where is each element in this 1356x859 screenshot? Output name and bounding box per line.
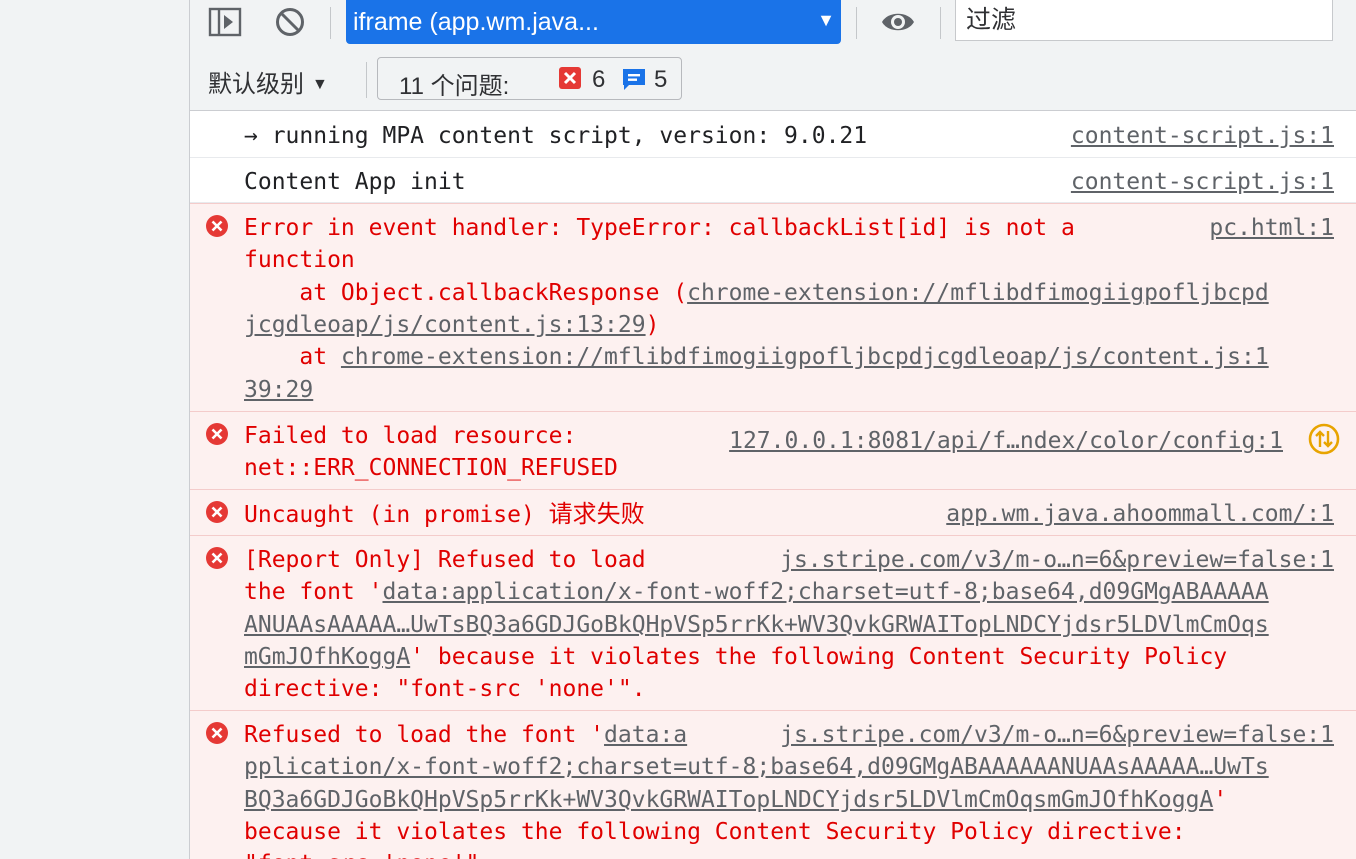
error-icon (206, 215, 228, 237)
source-link[interactable]: content-script.js:1 (1071, 120, 1334, 152)
toolbar-divider (366, 62, 367, 98)
stack-frame: at Object.callbackResponse (chrome-exten… (244, 280, 1269, 306)
message-text: pplication/x-font-woff2;charset=utf-8;ba… (244, 751, 1269, 783)
javascript-context-select[interactable]: iframe (app.wm.java... ▼ (346, 0, 841, 44)
source-link[interactable]: app.wm.java.ahoommall.com/:1 (946, 498, 1334, 530)
stack-frame: jcgdleoap/js/content.js:13:29) (244, 312, 660, 338)
error-icon (206, 547, 228, 569)
network-request-icon[interactable] (1308, 423, 1340, 455)
error-icon (206, 722, 228, 744)
issues-counter-button[interactable]: 11 个问题: 6 5 (377, 57, 682, 100)
toolbar-divider (940, 7, 941, 39)
source-link[interactable]: 127.0.0.1:8081/api/f…ndex/color/config:1 (729, 425, 1283, 457)
console-toolbar-secondary: 默认级别 ▼ 11 个问题: 6 5 (190, 50, 1356, 111)
chevron-down-icon: ▼ (817, 10, 835, 30)
source-link[interactable]: content-script.js:1 (1071, 166, 1334, 198)
message-text: Error in event handler: TypeError: callb… (244, 215, 1075, 241)
message-text: BQ3a6GDJGoBkQHpVSp5rrKk+WV3QvkGRWAITopLN… (244, 787, 1228, 813)
data-url-link[interactable]: ANUAAsAAAAA…UwTsBQ3a6GDJGoBkQHpVSp5rrKk+… (244, 612, 1269, 638)
filter-input[interactable] (955, 0, 1333, 41)
console-message-error: Refused to load the font 'data:a pplicat… (190, 710, 1356, 859)
message-text: "font-src 'none'". (244, 848, 493, 859)
stack-link[interactable]: chrome-extension://mflibdfimogiigpofljbc… (341, 344, 1269, 370)
toolbar-divider (330, 7, 331, 39)
stack-link[interactable]: 39:29 (244, 377, 313, 403)
message-text: Uncaught (in promise) 请求失败 (244, 500, 645, 528)
issues-info-count: 5 (654, 66, 668, 93)
context-select-value: iframe (app.wm.java... (353, 8, 599, 36)
data-url-link[interactable]: BQ3a6GDJGoBkQHpVSp5rrKk+WV3QvkGRWAITopLN… (244, 787, 1213, 813)
message-text: Failed to load resource: (244, 423, 577, 449)
source-link[interactable]: js.stripe.com/v3/m-o…n=6&preview=false:1 (780, 719, 1334, 751)
data-url-link[interactable]: pplication/x-font-woff2;charset=utf-8;ba… (244, 754, 1269, 780)
message-text: function (244, 247, 355, 273)
console-message-error: [Report Only] Refused to load the font '… (190, 535, 1356, 710)
error-badge-icon (559, 67, 581, 89)
message-text: → running MPA content script, version: 9… (244, 123, 868, 149)
log-level-label: 默认级别 (208, 71, 304, 98)
console-message-error: Failed to load resource: net::ERR_CONNEC… (190, 411, 1356, 489)
message-text: mGmJOfhKoggA' because it violates the fo… (244, 644, 1228, 670)
devtools-console-panel: iframe (app.wm.java... ▼ 默认级别 ▼ 11 个问题: 6 (189, 0, 1356, 859)
show-sidebar-icon[interactable] (208, 6, 242, 38)
data-url-link[interactable]: mGmJOfhKoggA (244, 644, 410, 670)
data-url-link[interactable]: data:application/x-font-woff2;charset=ut… (382, 579, 1268, 605)
error-icon (206, 423, 228, 445)
data-url-link[interactable]: data:a (604, 722, 687, 748)
message-text: net::ERR_CONNECTION_REFUSED (244, 455, 618, 481)
page-viewport (0, 0, 189, 859)
toolbar-divider (856, 7, 857, 39)
message-text: [Report Only] Refused to load (244, 547, 646, 573)
message-text: Refused to load the font 'data:a (244, 722, 688, 748)
issues-error-count: 6 (592, 66, 606, 93)
stack-frame: at chrome-extension://mflibdfimogiigpofl… (244, 344, 1269, 370)
message-text: the font 'data:application/x-font-woff2;… (244, 579, 1269, 605)
caret-down-icon: ▼ (312, 76, 328, 93)
message-text: directive: "font-src 'none'". (244, 676, 646, 702)
console-message-error: Uncaught (in promise) 请求失败 app.wm.java.a… (190, 489, 1356, 535)
source-link[interactable]: pc.html:1 (1209, 212, 1334, 244)
console-message-error: Error in event handler: TypeError: callb… (190, 203, 1356, 411)
error-icon (206, 501, 228, 523)
issues-label: 11 个问题: (399, 73, 510, 100)
console-message-info: → running MPA content script, version: 9… (190, 111, 1356, 158)
console-toolbar: iframe (app.wm.java... ▼ (190, 0, 1356, 50)
stack-link[interactable]: jcgdleoap/js/content.js:13:29 (244, 312, 646, 338)
info-message-icon (623, 69, 645, 90)
message-text: because it violates the following Conten… (244, 819, 1186, 845)
stack-frame: 39:29 (244, 374, 313, 406)
log-level-dropdown[interactable]: 默认级别 ▼ (208, 64, 328, 99)
source-link[interactable]: js.stripe.com/v3/m-o…n=6&preview=false:1 (780, 544, 1334, 576)
console-message-info: Content App init content-script.js:1 (190, 158, 1356, 203)
clear-console-icon[interactable] (274, 6, 306, 38)
message-text: Content App init (244, 169, 466, 195)
stack-link[interactable]: chrome-extension://mflibdfimogiigpofljbc… (687, 280, 1269, 306)
message-text: ANUAAsAAAAA…UwTsBQ3a6GDJGoBkQHpVSp5rrKk+… (244, 609, 1269, 641)
live-expression-eye-icon[interactable] (880, 8, 916, 36)
